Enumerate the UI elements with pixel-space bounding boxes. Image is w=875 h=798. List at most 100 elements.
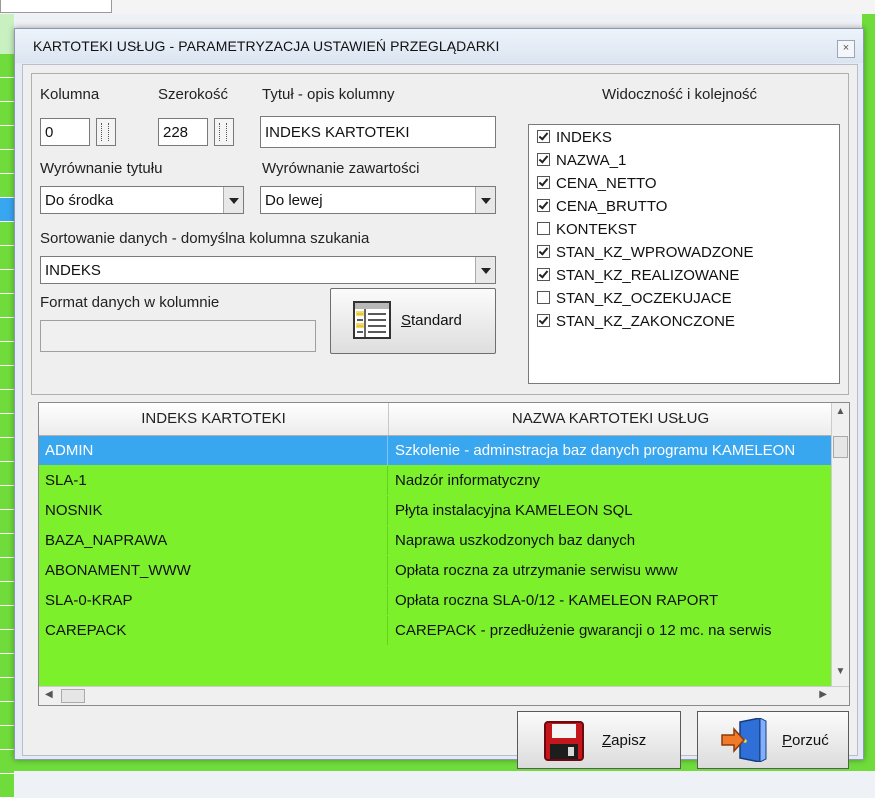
szerokosc-spinner[interactable]: [214, 118, 234, 146]
wyrownanie-tytulu-value: Do środka: [45, 192, 114, 209]
vertical-scroll-thumb[interactable]: [833, 436, 848, 458]
zapisz-button[interactable]: Zapisz: [517, 711, 681, 769]
visibility-checklist[interactable]: INDEKS NAZWA_1 CENA_NETTO CENA_BRUTTO KONTEK…: [528, 124, 840, 384]
table-row[interactable]: SLA-0-KRAP Opłata roczna SLA-0/12 - KAMEL…: [39, 586, 832, 615]
visibility-item[interactable]: STAN_KZ_OCZEKUJACE: [537, 290, 732, 312]
title-bar[interactable]: KARTOTEKI USŁUG - PARAMETRYZACJA USTAWIE…: [15, 29, 863, 63]
table-cell: CAREPACK: [39, 616, 388, 645]
table-cell: Opłata roczna SLA-0/12 - KAMELEON RAPORT: [395, 592, 719, 609]
background-grid-cell: [0, 126, 14, 150]
background-grid-cell: [0, 102, 14, 126]
szerokosc-input[interactable]: 228: [158, 118, 208, 146]
table-cell: BAZA_NAPRAWA: [39, 526, 388, 555]
checkbox[interactable]: [537, 130, 550, 143]
dialog-window: KARTOTEKI USŁUG - PARAMETRYZACJA USTAWIE…: [14, 28, 864, 769]
visibility-item[interactable]: KONTEKST: [537, 221, 637, 243]
scroll-down-icon[interactable]: ▼: [834, 666, 847, 684]
checkbox[interactable]: [537, 153, 550, 166]
standard-button[interactable]: Standard: [330, 288, 496, 354]
background-grid-cell: [0, 174, 14, 198]
table-row[interactable]: SLA-1 Nadzór informatyczny: [39, 466, 832, 495]
porzuc-label: Porzuć: [782, 732, 829, 749]
table-row[interactable]: CAREPACK CAREPACK - przedłużenie gwarancj…: [39, 616, 832, 645]
tytul-input[interactable]: INDEKS KARTOTEKI: [260, 116, 496, 148]
wyrownanie-tytulu-select[interactable]: Do środka: [40, 186, 244, 214]
background-grid-cell: [0, 462, 14, 486]
background-grid-cell: [0, 390, 14, 414]
visibility-item[interactable]: STAN_KZ_WPROWADZONE: [537, 244, 754, 266]
visibility-item[interactable]: STAN_KZ_REALIZOWANE: [537, 267, 739, 289]
close-button[interactable]: ×: [837, 40, 855, 58]
background-grid-cell: [0, 198, 14, 222]
scroll-right-icon[interactable]: ▶: [819, 689, 827, 700]
services-table[interactable]: INDEKS KARTOTEKI NAZWA KARTOTEKI USŁUG A…: [38, 402, 850, 706]
background-grid-cell: [0, 726, 14, 750]
visibility-item-label: CENA_NETTO: [556, 175, 657, 192]
background-grid-cell: [0, 630, 14, 654]
table-cell: Szkolenie - adminstracja baz danych prog…: [395, 442, 796, 459]
horizontal-scrollbar[interactable]: ◀ ▶: [39, 686, 849, 705]
background-grid-cell: [0, 606, 14, 630]
chevron-down-icon[interactable]: [475, 187, 495, 213]
table-cell: ADMIN: [39, 436, 388, 465]
background-grid-cell: [0, 318, 14, 342]
vertical-scrollbar[interactable]: ▲ ▼: [831, 403, 849, 687]
table-row[interactable]: NOSNIK Płyta instalacyjna KAMELEON SQL: [39, 496, 832, 525]
sortowanie-label: Sortowanie danych - domyślna kolumna szu…: [40, 230, 370, 247]
horizontal-scroll-thumb[interactable]: [61, 689, 85, 703]
kolumna-input[interactable]: 0: [40, 118, 90, 146]
visibility-item[interactable]: CENA_NETTO: [537, 175, 657, 197]
checkbox[interactable]: [537, 176, 550, 189]
background-grid-cell: [0, 270, 14, 294]
visibility-item-label: NAZWA_1: [556, 152, 627, 169]
checkbox[interactable]: [537, 222, 550, 235]
table-row[interactable]: ABONAMENT_WWW Opłata roczna za utrzymanie…: [39, 556, 832, 585]
visibility-item-label: STAN_KZ_OCZEKUJACE: [556, 290, 732, 307]
background-grid-cell: [0, 150, 14, 174]
scroll-left-icon[interactable]: ◀: [45, 689, 53, 700]
checkbox[interactable]: [537, 245, 550, 258]
wyrownanie-zawartosci-select[interactable]: Do lewej: [260, 186, 496, 214]
checkbox[interactable]: [537, 314, 550, 327]
background-grid-cell: [0, 582, 14, 606]
table-row[interactable]: BAZA_NAPRAWA Naprawa uszkodzonych baz dan…: [39, 526, 832, 555]
sortowanie-select[interactable]: INDEKS: [40, 256, 496, 284]
scroll-up-icon[interactable]: ▲: [834, 406, 847, 430]
column-header-nazwa[interactable]: NAZWA KARTOTEKI USŁUG: [389, 403, 832, 435]
column-header-indeks[interactable]: INDEKS KARTOTEKI: [39, 403, 389, 435]
format-input[interactable]: [40, 320, 316, 352]
table-cell: SLA-0-KRAP: [39, 586, 388, 615]
checkbox[interactable]: [537, 291, 550, 304]
chevron-down-icon[interactable]: [223, 187, 243, 213]
kolumna-spinner[interactable]: [96, 118, 116, 146]
background-grid-cell: [0, 558, 14, 582]
visibility-item[interactable]: STAN_KZ_ZAKONCZONE: [537, 313, 735, 335]
table-cell: Opłata roczna za utrzymanie serwisu www: [395, 562, 678, 579]
visibility-item[interactable]: CENA_BRUTTO: [537, 198, 667, 220]
widocznosc-label: Widoczność i kolejność: [602, 86, 758, 103]
background-app-tab: [0, 0, 112, 13]
chevron-down-icon[interactable]: [475, 257, 495, 283]
table-header: INDEKS KARTOTEKI NAZWA KARTOTEKI USŁUG: [39, 403, 832, 436]
porzuc-button[interactable]: Porzuć: [697, 711, 849, 769]
background-app-toolbar: [0, 0, 875, 14]
background-grid-cell: [0, 342, 14, 366]
background-grid-cell: [0, 438, 14, 462]
table-row[interactable]: ADMIN Szkolenie - adminstracja baz danych…: [39, 436, 832, 465]
background-grid-cell: [0, 510, 14, 534]
standard-button-label: Standard: [401, 312, 462, 329]
background-grid-cell: [0, 294, 14, 318]
visibility-item-label: INDEKS: [556, 129, 612, 146]
visibility-item[interactable]: NAZWA_1: [537, 152, 626, 174]
floppy-disk-icon: [544, 721, 584, 765]
table-cell: SLA-1: [39, 466, 388, 495]
checkbox[interactable]: [537, 268, 550, 281]
zapisz-label: Zapisz: [602, 732, 647, 749]
background-grid-cell: [0, 774, 14, 798]
checkbox[interactable]: [537, 199, 550, 212]
visibility-item[interactable]: INDEKS: [537, 129, 612, 151]
background-grid-cell: [0, 222, 14, 246]
table-cell: Naprawa uszkodzonych baz danych: [395, 532, 636, 549]
visibility-item-label: CENA_BRUTTO: [556, 198, 668, 215]
tytul-label: Tytuł - opis kolumny: [262, 86, 395, 103]
